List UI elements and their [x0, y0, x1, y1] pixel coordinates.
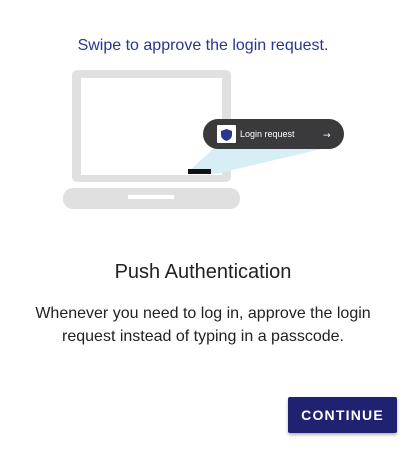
continue-button[interactable]: CONTINUE	[288, 397, 397, 433]
arrow-right-icon: →	[323, 131, 331, 141]
push-illustration: Login request →	[0, 0, 406, 240]
laptop-trackpad	[128, 195, 174, 199]
notification-text: Login request	[240, 129, 295, 139]
description-text: Whenever you need to log in, approve the…	[35, 305, 371, 345]
screen-bar	[188, 169, 211, 174]
page-title: Push Authentication	[114, 261, 292, 283]
laptop-icon: Login request →	[63, 70, 344, 209]
